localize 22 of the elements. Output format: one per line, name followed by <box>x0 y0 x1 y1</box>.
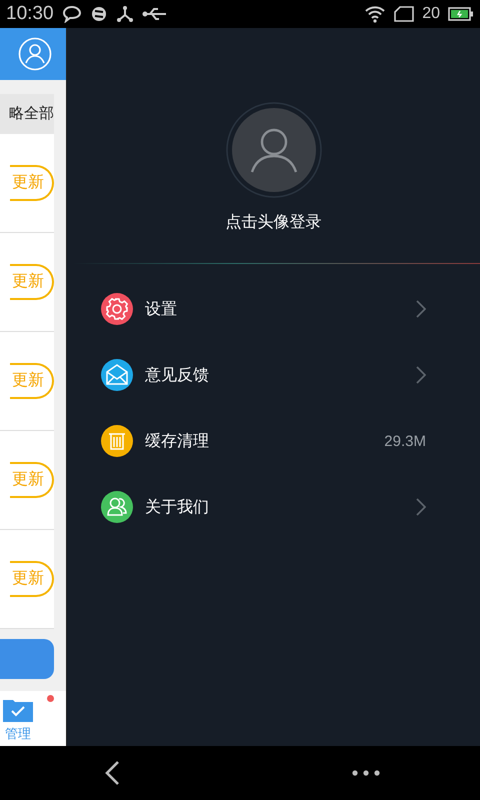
chat-bubble-icon <box>62 5 82 23</box>
avatar-icon[interactable] <box>226 102 322 198</box>
menu-item[interactable]: 意见反馈 <box>101 342 426 408</box>
filter-tab[interactable]: 略全部 <box>0 94 54 134</box>
menu-item[interactable]: 缓存清理 29.3M <box>101 408 426 474</box>
battery-level: 20 <box>422 5 440 23</box>
login-prompt[interactable]: 点击头像登录 <box>226 212 322 233</box>
wifi-icon <box>364 5 386 23</box>
menu-item[interactable]: 设置 <box>101 276 426 342</box>
menu-item[interactable]: 关于我们 <box>101 474 426 540</box>
back-icon[interactable] <box>104 760 120 786</box>
cache-size: 29.3M <box>384 432 426 450</box>
sim-card-icon <box>394 6 414 22</box>
status-time: 10:30 <box>6 3 54 25</box>
usb-icon <box>142 6 168 22</box>
chevron-right-icon <box>416 498 426 516</box>
share-nodes-icon <box>116 5 134 23</box>
chevron-right-icon <box>416 300 426 318</box>
more-icon[interactable] <box>352 770 380 776</box>
chevron-right-icon <box>416 366 426 384</box>
action-button[interactable] <box>0 638 54 679</box>
battery-charging-icon <box>448 6 474 22</box>
